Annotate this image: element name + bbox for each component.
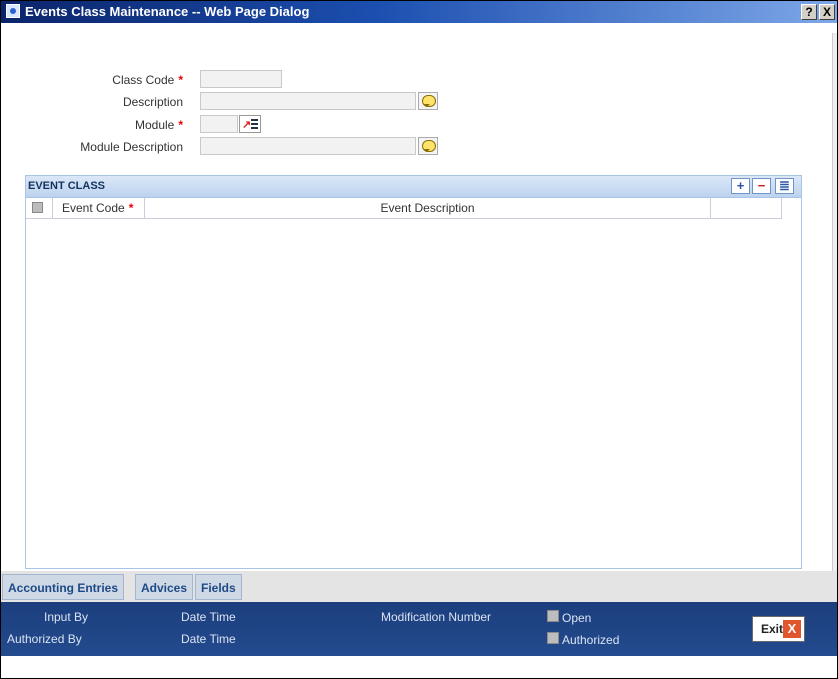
- audit-footer: Input By Authorized By Date Time Date Ti…: [1, 602, 837, 656]
- select-all-checkbox[interactable]: [32, 202, 43, 213]
- list-lines-icon: [251, 119, 258, 129]
- event-description-column: Event Description: [145, 198, 711, 218]
- module-description-lov-button[interactable]: [418, 137, 438, 155]
- remove-row-button[interactable]: −: [752, 178, 771, 194]
- tab-advices[interactable]: Advices: [135, 574, 194, 600]
- arrow-list-icon: ↗: [242, 119, 252, 131]
- event-code-header: Event Code: [62, 201, 125, 215]
- event-class-header: EVENT CLASS + − ≣: [26, 176, 801, 198]
- dialog-content: Class Code * Description Module * ↗ Module…: [1, 23, 837, 678]
- module-description-label-text: Module Description: [80, 140, 183, 154]
- required-mark: *: [128, 201, 134, 215]
- class-code-input[interactable]: [200, 70, 282, 88]
- authorized-label: Authorized: [562, 633, 620, 647]
- module-description-input[interactable]: [200, 137, 416, 155]
- description-lov-button[interactable]: [418, 92, 438, 110]
- vertical-scrollbar[interactable]: [832, 33, 837, 571]
- auth-date-time-label: Date Time: [181, 632, 236, 646]
- exit-label: Exit: [761, 622, 784, 636]
- module-description-label: Module Description: [1, 140, 183, 154]
- tab-fields[interactable]: Fields: [195, 574, 242, 600]
- trailing-column: [711, 198, 782, 218]
- module-input[interactable]: [200, 115, 238, 133]
- module-label: Module *: [1, 118, 183, 132]
- speech-bubble-icon: [422, 140, 436, 152]
- class-code-label-text: Class Code: [112, 73, 175, 87]
- view-rows-button[interactable]: ≣: [775, 178, 794, 194]
- add-row-button[interactable]: +: [731, 178, 750, 194]
- window-title: Events Class Maintenance -- Web Page Dia…: [25, 4, 310, 19]
- speech-bubble-icon: [422, 95, 436, 107]
- help-button[interactable]: ?: [801, 4, 817, 20]
- input-date-time-label: Date Time: [181, 610, 236, 624]
- close-button[interactable]: X: [819, 4, 835, 20]
- required-mark: *: [178, 118, 183, 132]
- event-class-panel: EVENT CLASS + − ≣ Event Code * Event Desc…: [25, 175, 802, 569]
- class-code-label: Class Code *: [1, 73, 183, 87]
- select-all-cell: [26, 198, 53, 218]
- input-by-label: Input By: [44, 610, 89, 624]
- modification-number-label: Modification Number: [381, 610, 492, 624]
- open-label: Open: [562, 611, 592, 625]
- app-icon: [6, 4, 20, 18]
- open-checkbox: [547, 610, 559, 622]
- tab-accounting-entries[interactable]: Accounting Entries: [2, 574, 125, 600]
- close-icon: X: [783, 620, 801, 638]
- module-lov-button[interactable]: ↗: [239, 115, 261, 133]
- title-bar: Events Class Maintenance -- Web Page Dia…: [1, 1, 837, 23]
- description-label: Description: [1, 95, 183, 109]
- authorized-by-label: Authorized By: [7, 632, 82, 646]
- required-mark: *: [178, 73, 183, 87]
- event-code-column: Event Code *: [53, 198, 145, 218]
- event-description-header: Event Description: [380, 201, 475, 215]
- exit-button[interactable]: Exit X: [752, 616, 805, 642]
- dialog-window: Events Class Maintenance -- Web Page Dia…: [0, 0, 838, 679]
- description-input[interactable]: [200, 92, 416, 110]
- grid-column-header: Event Code * Event Description: [26, 198, 782, 219]
- sub-screen-tabs: Accounting Entries Advices Fields: [1, 571, 837, 602]
- module-label-text: Module: [134, 118, 175, 132]
- event-class-title: EVENT CLASS: [28, 180, 106, 192]
- description-label-text: Description: [122, 95, 183, 109]
- authorized-checkbox: [547, 632, 559, 644]
